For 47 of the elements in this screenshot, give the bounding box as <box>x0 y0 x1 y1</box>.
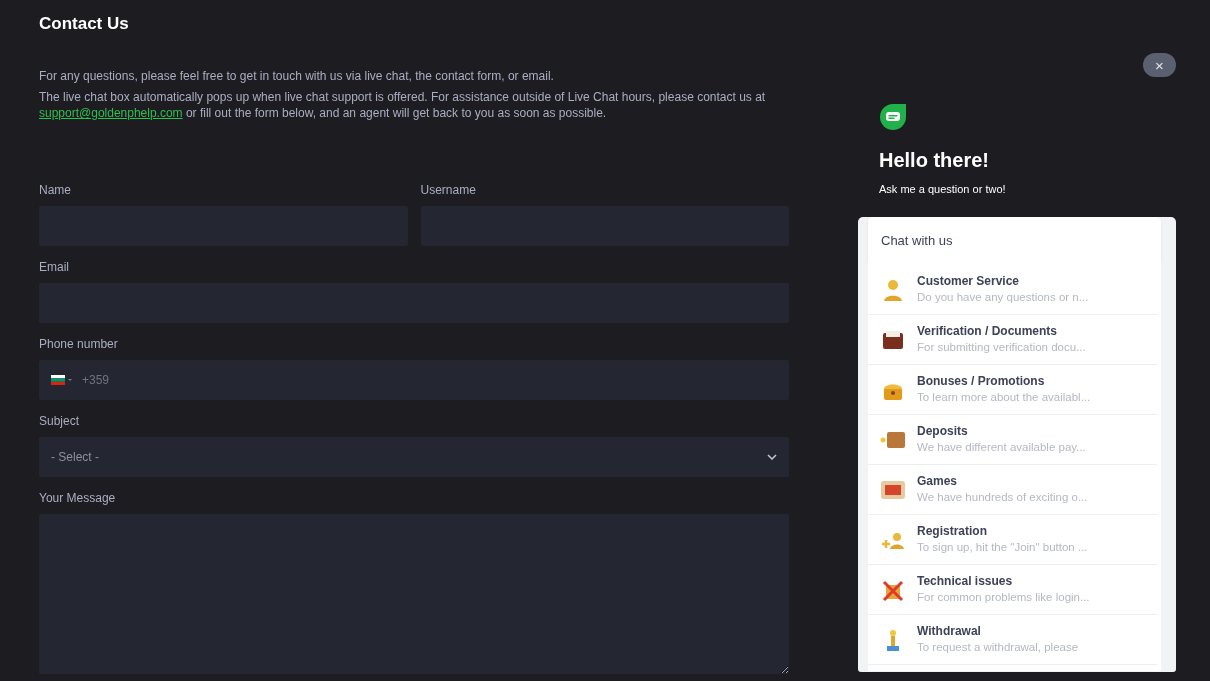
chat-heading: Hello there! <box>879 148 991 173</box>
chat-topic[interactable]: Deposits We have different available pay... <box>868 415 1157 465</box>
chat-topic[interactable]: Registration To sign up, hit the "Join" button ... <box>868 515 1157 565</box>
topic-title: Technical issues <box>917 574 1014 589</box>
page-title: Contact Us <box>39 14 130 35</box>
topic-title: Registration <box>917 524 988 539</box>
chat-topic[interactable]: Bonuses / Promotions To learn more about the availabl... <box>868 365 1157 415</box>
phone-field[interactable]: +359 <box>39 360 789 401</box>
topic-description: To learn more about the availabl... <box>917 390 1091 405</box>
chat-topic[interactable]: Games We have hundreds of exciting o... <box>868 465 1157 515</box>
select-field[interactable]: - Select - <box>39 437 789 478</box>
topic-title: Bonuses / Promotions <box>917 374 1046 389</box>
topic-title: Deposits <box>917 424 969 439</box>
select-value: - Select - <box>51 449 99 467</box>
topic-description: For common problems like login... <box>917 590 1090 605</box>
topic-description: We have hundreds of exciting o... <box>917 490 1088 505</box>
chat-topic[interactable]: Customer Service Do you have any questions or n... <box>868 265 1157 315</box>
email-link[interactable]: support@goldenphelp.com <box>39 106 183 121</box>
topic-description: For submitting verification docu... <box>917 340 1086 355</box>
topic-title: Games <box>917 474 959 489</box>
topic-title: Customer Service <box>917 274 1021 289</box>
field-label: Username <box>420 182 476 200</box>
field-label: Name <box>39 182 71 200</box>
caret-icon[interactable] <box>68 379 72 382</box>
chat-subheading: Ask me a question or two! <box>879 182 1007 197</box>
field-label: Subject <box>39 413 80 431</box>
info-text: The live chat box automatically pops up when live chat support is offered. For assistance outside of Live Chat hours, please contact us at support@goldenphelp.com or fill out the form below, and an agent will get back to you as soon as possible. <box>39 89 767 122</box>
flag-icon[interactable] <box>51 375 65 386</box>
topic-description: To request a withdrawal, please <box>917 640 1079 655</box>
message-field[interactable] <box>39 514 789 675</box>
close-button[interactable]: × <box>1143 53 1176 77</box>
topic-title: Verification / Documents <box>917 324 1059 339</box>
topic-description: We have different available pay... <box>917 440 1086 455</box>
phone-input[interactable]: +359 <box>80 370 140 391</box>
field-label: Phone number <box>39 336 118 354</box>
card-title: Chat with us <box>868 216 1161 262</box>
topic-title: Withdrawal <box>917 624 982 639</box>
field-label: Email <box>39 259 69 277</box>
chat-bubble-icon <box>879 103 907 131</box>
topic-description: To sign up, hit the "Join" button ... <box>917 540 1088 555</box>
intro-text: For any questions, please feel free to get in touch with us via live chat, the contact form, or email. <box>39 68 555 85</box>
chat-topic[interactable]: Technical issues For common problems like login... <box>868 565 1157 615</box>
topic-description: Do you have any questions or n... <box>917 290 1089 305</box>
field-label: Your Message <box>39 490 116 508</box>
chat-topic[interactable]: Withdrawal To request a withdrawal, please <box>868 615 1157 665</box>
chevron-down-icon <box>767 454 777 461</box>
chat-topic[interactable]: Verification / Documents For submitting verification docu... <box>868 315 1157 365</box>
